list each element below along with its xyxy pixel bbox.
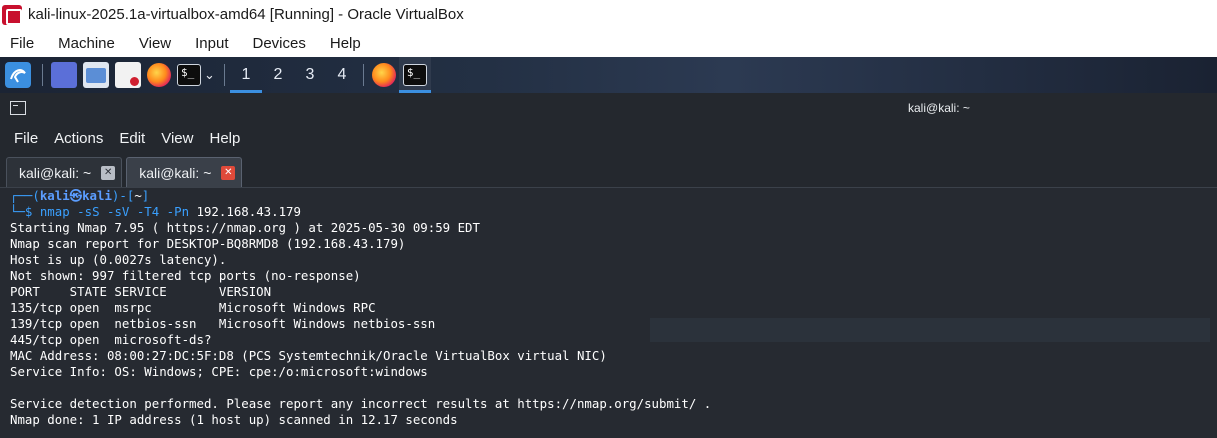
terminal-window-icon	[10, 101, 26, 115]
vbox-menu-devices[interactable]: Devices	[253, 35, 306, 52]
workspace-3[interactable]: 3	[294, 57, 326, 93]
terminal-tab-2[interactable]: kali@kali: ~ ✕	[126, 157, 243, 187]
close-icon[interactable]: ✕	[221, 165, 236, 180]
output-line: PORT STATE SERVICE VERSION	[10, 284, 272, 299]
kali-top-panel: ⌄ 1 2 3 4	[0, 57, 1217, 93]
tab-label: kali@kali: ~	[139, 164, 212, 181]
prompt-line-1: ┌──(kali㉿kali)-[~]	[10, 188, 1207, 204]
workspace-4[interactable]: 4	[326, 57, 358, 93]
output-line: Service Info: OS: Windows; CPE: cpe:/o:m…	[10, 364, 428, 379]
terminal-window: kali@kali: ~ File Actions Edit View Help…	[0, 93, 1217, 438]
term-menu-view[interactable]: View	[161, 130, 193, 147]
panel-separator	[362, 64, 364, 86]
vbox-menu-view[interactable]: View	[139, 35, 171, 52]
virtualbox-logo-icon	[2, 4, 22, 25]
term-menu-actions[interactable]: Actions	[54, 130, 103, 147]
output-line: 139/tcp open netbios-ssn Microsoft Windo…	[10, 316, 436, 331]
vbox-menubar: File Machine View Input Devices Help	[0, 29, 1217, 57]
terminal-icon	[402, 64, 427, 86]
prompt-dollar: $	[24, 204, 40, 219]
chevron-down-icon[interactable]: ⌄	[204, 67, 215, 83]
term-menu-edit[interactable]: Edit	[119, 130, 145, 147]
prompt-separator: )-[	[111, 188, 135, 203]
workspace-2[interactable]: 2	[262, 57, 294, 93]
vbox-titlebar: kali-linux-2025.1a-virtualbox-amd64 [Run…	[0, 0, 1217, 29]
terminal-icon[interactable]	[177, 64, 201, 86]
window-title: kali-linux-2025.1a-virtualbox-amd64 [Run…	[28, 6, 464, 23]
file-manager-icon[interactable]	[83, 62, 109, 88]
terminal-title: kali@kali: ~	[908, 101, 970, 115]
desktop-icon[interactable]	[51, 62, 77, 88]
output-line: Nmap scan report for DESKTOP-BQ8RMD8 (19…	[10, 236, 406, 251]
workspace-1[interactable]: 1	[229, 57, 262, 93]
terminal-titlebar[interactable]: kali@kali: ~	[0, 93, 1217, 123]
prompt-user: kali㉿kali	[39, 188, 112, 203]
output-line: Not shown: 997 filtered tcp ports (no-re…	[10, 268, 361, 283]
output-line: 445/tcp open microsoft-ds?	[10, 332, 212, 347]
terminal-menubar: File Actions Edit View Help	[0, 123, 1217, 153]
kali-menu-icon[interactable]	[5, 62, 31, 88]
vbox-menu-file[interactable]: File	[10, 35, 34, 52]
command-args: -sS -sV -T4 -Pn	[69, 204, 197, 219]
term-menu-help[interactable]: Help	[209, 130, 240, 147]
vbox-menu-help[interactable]: Help	[330, 35, 361, 52]
text-editor-icon[interactable]	[115, 62, 141, 88]
terminal-output[interactable]: ┌──(kali㉿kali)-[~] └─$ nmap -sS -sV -T4 …	[0, 188, 1217, 438]
panel-separator	[42, 64, 43, 86]
terminal-tab-1[interactable]: kali@kali: ~ ✕	[6, 157, 123, 187]
term-menu-file[interactable]: File	[14, 130, 38, 147]
prompt-path: ~	[134, 188, 142, 203]
vbox-menu-machine[interactable]: Machine	[58, 35, 115, 52]
panel-separator	[223, 64, 225, 86]
output-line: 135/tcp open msrpc Microsoft Windows RPC	[10, 300, 376, 315]
close-icon[interactable]: ✕	[101, 165, 116, 180]
output-line: Host is up (0.0027s latency).	[10, 252, 227, 267]
terminal-task-button[interactable]	[398, 57, 431, 93]
terminal-tab-bar: kali@kali: ~ ✕ kali@kali: ~ ✕	[0, 153, 1217, 188]
prompt-box-top: ┌──(	[10, 188, 40, 203]
vbox-menu-input[interactable]: Input	[195, 35, 228, 52]
command-name: nmap	[39, 204, 70, 219]
firefox-task-icon[interactable]	[371, 63, 396, 87]
prompt-line-2: └─$ nmap -sS -sV -T4 -Pn 192.168.43.179	[10, 204, 1207, 220]
prompt-box-bottom: └─	[10, 204, 25, 219]
output-line: MAC Address: 08:00:27:DC:5F:D8 (PCS Syst…	[10, 348, 607, 363]
prompt-bracket-end: ]	[141, 188, 150, 203]
firefox-icon[interactable]	[147, 63, 171, 87]
output-line: Nmap done: 1 IP address (1 host up) scan…	[10, 412, 458, 427]
output-line: Service detection performed. Please repo…	[10, 396, 712, 411]
tab-label: kali@kali: ~	[19, 164, 92, 181]
command-target: 192.168.43.179	[196, 204, 301, 219]
output-line: Starting Nmap 7.95 ( https://nmap.org ) …	[10, 220, 480, 235]
